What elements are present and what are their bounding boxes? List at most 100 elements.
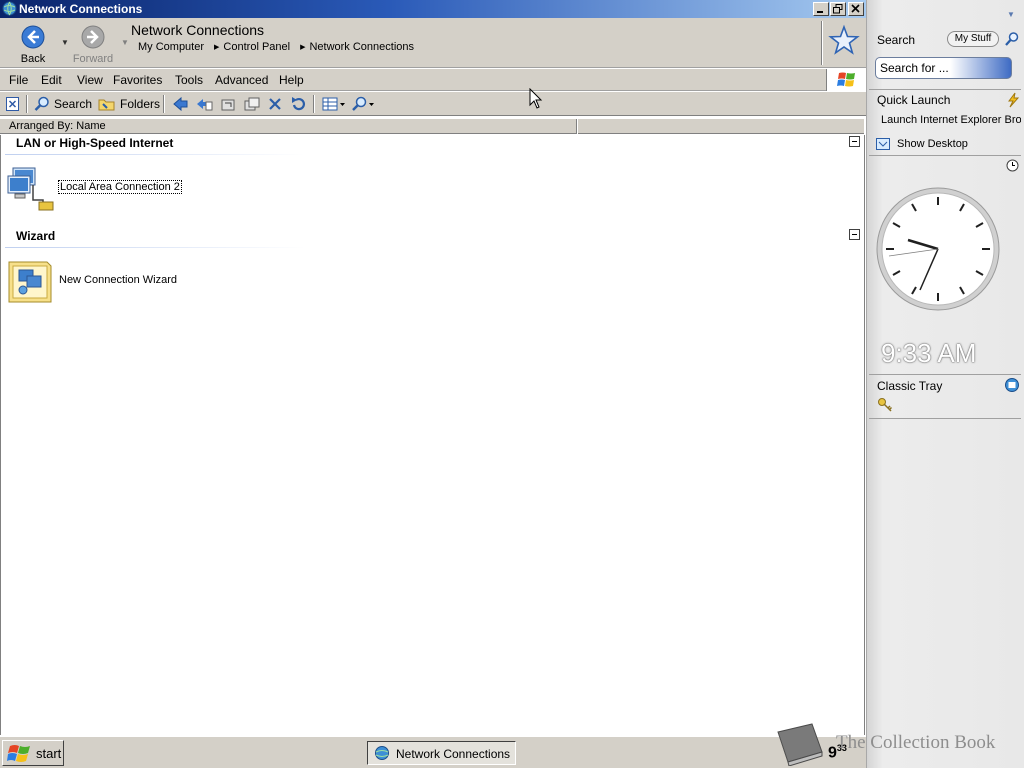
forward-button[interactable]: Forward xyxy=(65,22,121,66)
back-arrow-icon xyxy=(21,25,45,49)
menu-edit[interactable]: Edit xyxy=(41,73,62,87)
menu-advanced[interactable]: Advanced xyxy=(215,73,268,87)
menu-favorites[interactable]: Favorites xyxy=(113,73,162,87)
window-titlebar[interactable]: Network Connections xyxy=(0,0,866,18)
undo-icon xyxy=(292,97,305,111)
quick-launch-ie[interactable]: Launch Internet Explorer Browser xyxy=(875,112,1021,128)
network-globe-icon xyxy=(2,1,17,16)
tray-clock-hour: 9 xyxy=(828,744,837,762)
menu-view[interactable]: View xyxy=(77,73,103,87)
copy-to-button[interactable] xyxy=(195,95,213,113)
tray-clock-minutes: 33 xyxy=(836,743,847,753)
menu-file[interactable]: File xyxy=(9,73,28,87)
windows-flag-logo xyxy=(826,69,866,91)
window-title: Network Connections xyxy=(19,2,143,16)
file-list-pane: LAN or High-Speed Internet Local Area Co… xyxy=(0,135,865,735)
views-icon xyxy=(322,97,345,111)
collapse-group-button[interactable] xyxy=(849,229,860,240)
folders-button[interactable]: Folders xyxy=(98,95,160,113)
breadcrumb-network-connections[interactable]: Network Connections xyxy=(309,41,414,53)
folders-icon xyxy=(98,99,115,111)
connection-wizard-icon xyxy=(8,261,52,303)
move-folder-button[interactable] xyxy=(219,95,237,113)
close-pane-icon xyxy=(6,97,19,111)
quick-launch-ie-label: Launch Internet Explorer Browser xyxy=(881,114,1021,126)
quick-launch-title: Quick Launch xyxy=(877,93,951,107)
sidebar-menu-chevron-icon[interactable]: ▼ xyxy=(1007,10,1015,19)
forward-dropdown-icon[interactable]: ▼ xyxy=(121,38,129,47)
item-label: Local Area Connection 2 xyxy=(58,180,182,194)
lightning-icon xyxy=(1008,92,1020,108)
sidebar-search-title: Search xyxy=(877,33,916,47)
breadcrumb: My Computer ▶ Control Panel ▶ Network Co… xyxy=(138,41,424,53)
restore-icon xyxy=(833,4,843,14)
forward-label: Forward xyxy=(72,53,114,65)
keys-tray-icon[interactable] xyxy=(877,397,893,413)
taskbar-item-label: Network Connections xyxy=(396,747,511,761)
item-label: New Connection Wizard xyxy=(59,274,177,286)
minimize-button[interactable] xyxy=(813,2,829,16)
divider xyxy=(869,89,1021,90)
address-bar: Back ▼ Forward ▼ Network Connections My … xyxy=(0,18,866,68)
network-globe-icon xyxy=(375,746,389,760)
breadcrumb-control-panel[interactable]: Control Panel xyxy=(223,41,290,53)
collapse-group-button[interactable] xyxy=(849,136,860,147)
breadcrumb-my-computer[interactable]: My Computer xyxy=(138,41,204,53)
delete-icon xyxy=(269,98,281,110)
column-header: Arranged By: Name xyxy=(0,118,864,134)
search-options-button[interactable] xyxy=(351,95,377,113)
start-label: start xyxy=(36,746,62,761)
close-button[interactable] xyxy=(848,2,864,16)
group-header-lan: LAN or High-Speed Internet xyxy=(16,136,174,150)
move-folder-icon xyxy=(221,99,235,111)
toolbar: Search Folders xyxy=(0,92,866,116)
undo-button[interactable] xyxy=(290,95,306,113)
group-header-wizard: Wizard xyxy=(16,229,56,243)
column-divider[interactable] xyxy=(576,119,578,134)
network-connection-icon xyxy=(7,167,54,211)
tray-clock[interactable]: 933 xyxy=(828,743,847,762)
sidebar-search-input[interactable]: Search for ... xyxy=(875,57,1012,79)
divider xyxy=(26,95,28,113)
close-pane-button[interactable] xyxy=(5,95,21,113)
favorites-star-icon[interactable] xyxy=(828,24,860,58)
start-button[interactable]: start xyxy=(2,740,64,766)
menu-tools[interactable]: Tools xyxy=(175,73,203,87)
desktop-sidebar: ▼ Search My Stuff Search for ... Quick L… xyxy=(866,0,1024,768)
minimize-icon xyxy=(817,11,823,13)
show-desktop-label: Show Desktop xyxy=(897,138,968,150)
clock-small-icon[interactable] xyxy=(1006,159,1019,172)
restore-button[interactable] xyxy=(830,2,846,16)
search-icon xyxy=(34,96,49,111)
my-stuff-button[interactable]: My Stuff xyxy=(947,31,999,47)
tray-options-icon[interactable] xyxy=(1004,377,1020,393)
divider xyxy=(869,418,1021,419)
copy-to-icon xyxy=(197,99,213,111)
search-icon[interactable] xyxy=(1004,31,1020,47)
divider xyxy=(869,374,1021,375)
taskbar: start Network Connections 933 xyxy=(0,736,866,768)
delete-button[interactable] xyxy=(267,95,283,113)
location-title: Network Connections xyxy=(131,22,265,38)
search-button[interactable]: Search xyxy=(34,95,92,113)
back-button[interactable]: Back xyxy=(5,22,61,66)
show-desktop-icon xyxy=(876,138,890,150)
views-button[interactable] xyxy=(321,95,347,113)
folders-label: Folders xyxy=(120,97,161,111)
search-placeholder: Search for ... xyxy=(880,61,949,75)
windows-flag-icon xyxy=(7,745,30,762)
menu-bar: File Edit View Favorites Tools Advanced … xyxy=(0,69,866,91)
quick-launch-show-desktop[interactable]: Show Desktop xyxy=(875,136,968,152)
copy-folder-button[interactable] xyxy=(243,95,261,113)
move-to-button[interactable] xyxy=(171,95,189,113)
close-icon xyxy=(851,4,860,13)
taskbar-item-network-connections[interactable]: Network Connections xyxy=(367,741,516,765)
divider xyxy=(869,155,1021,156)
group-divider xyxy=(5,154,305,155)
analog-clock xyxy=(876,187,1000,311)
mouse-cursor-icon xyxy=(529,88,543,109)
group-divider xyxy=(5,247,305,248)
menu-help[interactable]: Help xyxy=(279,73,304,87)
arranged-by-header[interactable]: Arranged By: Name xyxy=(9,120,106,132)
move-to-icon xyxy=(173,96,188,112)
